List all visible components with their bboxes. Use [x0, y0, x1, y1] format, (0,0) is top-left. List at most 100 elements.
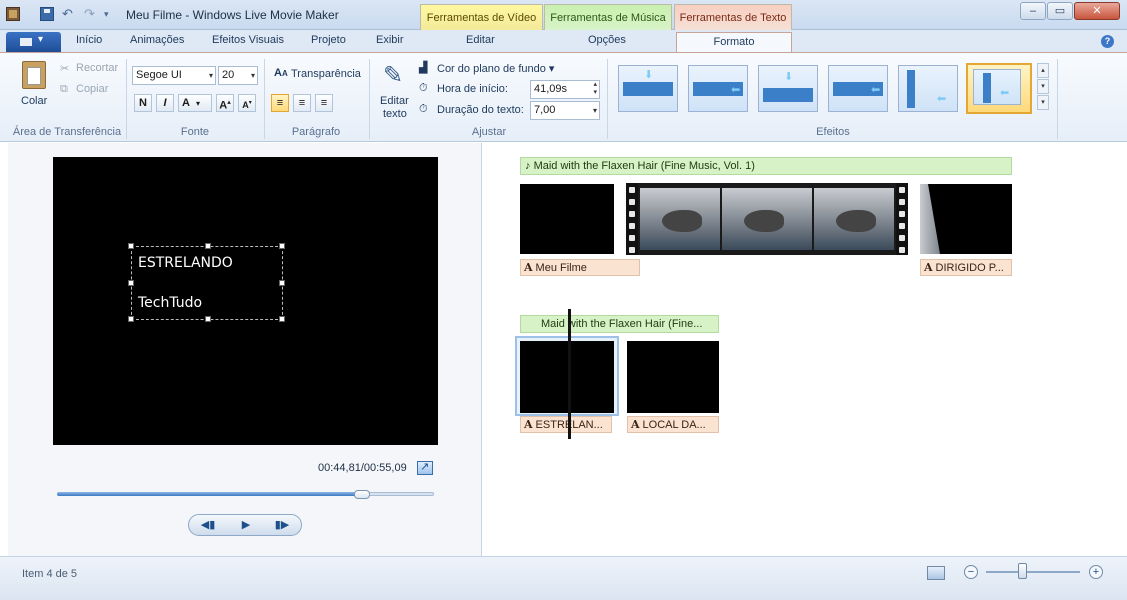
- start-time-value: 41,09s: [534, 83, 568, 95]
- edit-text-button-line1[interactable]: Editar: [380, 95, 409, 107]
- text-title-icon: A: [524, 418, 533, 431]
- effects-scroll-up[interactable]: ▴: [1037, 63, 1049, 78]
- font-color-button[interactable]: A ▾: [178, 94, 212, 112]
- minimize-button[interactable]: –: [1020, 2, 1046, 20]
- caption-line-2: TechTudo: [138, 295, 203, 311]
- shrink-font-button[interactable]: A▾: [238, 94, 256, 112]
- align-left-button[interactable]: ≡: [271, 94, 289, 112]
- tab-editar[interactable]: Editar: [466, 34, 495, 46]
- align-right-button[interactable]: ≡: [315, 94, 333, 112]
- tab-opcoes[interactable]: Opções: [588, 34, 626, 46]
- start-time-input[interactable]: 41,09s ▴ ▾: [530, 80, 600, 99]
- effect-thumbnail-1[interactable]: ⬇: [618, 65, 678, 112]
- zoom-slider-thumb[interactable]: [1018, 563, 1027, 579]
- edit-text-icon[interactable]: ✎: [383, 61, 403, 90]
- zoom-slider[interactable]: [986, 571, 1080, 573]
- play-icon[interactable]: ▶: [231, 518, 261, 532]
- clip-black-local[interactable]: [627, 341, 719, 413]
- caption-line-1: ESTRELANDO: [138, 255, 233, 271]
- status-bar: [0, 556, 1127, 600]
- tab-formato[interactable]: Formato: [676, 32, 792, 53]
- effect-thumbnail-4[interactable]: ⬅: [828, 65, 888, 112]
- duration-select[interactable]: 7,00 ▾: [530, 101, 600, 120]
- film-sprocket-strip: [896, 183, 908, 255]
- tab-projeto[interactable]: Projeto: [311, 34, 346, 46]
- music-track-row-1[interactable]: ♪ Maid with the Flaxen Hair (Fine Music,…: [520, 157, 1012, 175]
- effects-gallery-expand[interactable]: ▾: [1037, 95, 1049, 110]
- effect-thumbnail-5[interactable]: ⬅: [898, 65, 958, 112]
- group-separator: [264, 59, 265, 139]
- clip-black-estrelando[interactable]: [520, 341, 614, 413]
- clip-video-birds[interactable]: [626, 183, 908, 255]
- zoom-in-icon[interactable]: +: [1089, 565, 1103, 579]
- next-frame-icon[interactable]: ▮▶: [267, 518, 297, 532]
- playback-indicator[interactable]: [568, 309, 571, 439]
- align-center-button[interactable]: ≡: [293, 94, 311, 112]
- transparency-button[interactable]: Transparência: [291, 68, 361, 80]
- undo-icon[interactable]: ↶: [62, 6, 73, 22]
- tab-efeitos-visuais[interactable]: Efeitos Visuais: [212, 34, 284, 46]
- player-controls: ◀▮ ▶ ▮▶: [188, 514, 302, 536]
- movie-maker-app-icon[interactable]: [6, 7, 20, 21]
- resize-handle[interactable]: [128, 316, 134, 322]
- resize-handle[interactable]: [279, 316, 285, 322]
- bold-button[interactable]: N: [134, 94, 152, 112]
- previous-frame-icon[interactable]: ◀▮: [193, 518, 223, 532]
- tab-animacoes[interactable]: Animações: [130, 34, 184, 46]
- title-clip-dirigido[interactable]: A DIRIGIDO P...: [920, 259, 1012, 276]
- text-title-icon: A: [631, 418, 640, 431]
- customize-qat-icon[interactable]: ▾: [104, 9, 109, 20]
- storyboard-view-icon[interactable]: [927, 566, 945, 580]
- title-bar: ↶ ↷ ▾ Meu Filme - Windows Live Movie Mak…: [0, 0, 1127, 30]
- clip-black-1[interactable]: [520, 184, 614, 254]
- title-clip-local[interactable]: A LOCAL DA...: [627, 416, 719, 433]
- resize-handle[interactable]: [279, 280, 285, 286]
- grow-font-button[interactable]: A▴: [216, 94, 234, 112]
- start-time-icon: ⏱: [419, 82, 428, 94]
- effects-scroll-down[interactable]: ▾: [1037, 79, 1049, 94]
- preview-monitor[interactable]: ESTRELANDO TechTudo: [53, 157, 438, 445]
- effect-thumbnail-6-selected[interactable]: ⬅: [966, 63, 1032, 114]
- transparency-icon: AA: [274, 67, 288, 79]
- music-track-row-2[interactable]: Maid with the Flaxen Hair (Fine...: [520, 315, 719, 333]
- tab-exibir[interactable]: Exibir: [376, 34, 404, 46]
- title-clip-meu-filme[interactable]: A Meu Filme: [520, 259, 640, 276]
- effect-thumbnail-2[interactable]: ⬅: [688, 65, 748, 112]
- file-menu-button[interactable]: [6, 32, 61, 52]
- title-clip-dirigido-label: DIRIGIDO P...: [935, 262, 1004, 274]
- seek-bar-progress: [57, 492, 362, 496]
- cut-icon: ✂: [60, 63, 70, 75]
- seek-bar-thumb[interactable]: [354, 490, 370, 499]
- background-color-button[interactable]: Cor do plano de fundo ▾: [437, 62, 554, 75]
- resize-handle[interactable]: [128, 243, 134, 249]
- title-clip-estrelando[interactable]: AESTRELAN...: [520, 416, 612, 433]
- copy-button[interactable]: Copiar: [76, 83, 108, 95]
- maximize-button[interactable]: ▭: [1047, 2, 1073, 20]
- cut-button[interactable]: Recortar: [76, 62, 118, 74]
- help-icon[interactable]: ?: [1101, 35, 1114, 48]
- group-separator: [369, 59, 370, 139]
- italic-button[interactable]: I: [156, 94, 174, 112]
- copy-icon: ⧉: [60, 83, 68, 95]
- font-group-label: Fonte: [180, 126, 210, 138]
- font-family-select[interactable]: Segoe UI ▾: [132, 66, 216, 85]
- resize-handle[interactable]: [205, 243, 211, 249]
- close-button[interactable]: ✕: [1074, 2, 1120, 20]
- paste-button-label[interactable]: Colar: [21, 95, 47, 107]
- save-icon[interactable]: [40, 7, 54, 21]
- edit-text-button-line2[interactable]: texto: [383, 108, 407, 120]
- effect-thumbnail-3[interactable]: ⬇: [758, 65, 818, 112]
- redo-icon[interactable]: ↷: [84, 6, 95, 22]
- fullscreen-icon[interactable]: [417, 460, 433, 475]
- resize-handle[interactable]: [279, 243, 285, 249]
- clip-black-transition[interactable]: [920, 184, 1012, 254]
- ribbon-tab-row: Início Animações Efeitos Visuais Projeto…: [0, 30, 1127, 53]
- font-size-select[interactable]: 20 ▾: [218, 66, 258, 85]
- tab-inicio[interactable]: Início: [76, 34, 102, 46]
- zoom-out-icon[interactable]: −: [964, 565, 978, 579]
- resize-handle[interactable]: [205, 316, 211, 322]
- effects-group-label: Efeitos: [816, 126, 850, 138]
- resize-handle[interactable]: [128, 280, 134, 286]
- start-time-label: Hora de início:: [437, 83, 508, 95]
- paste-icon[interactable]: [22, 61, 46, 89]
